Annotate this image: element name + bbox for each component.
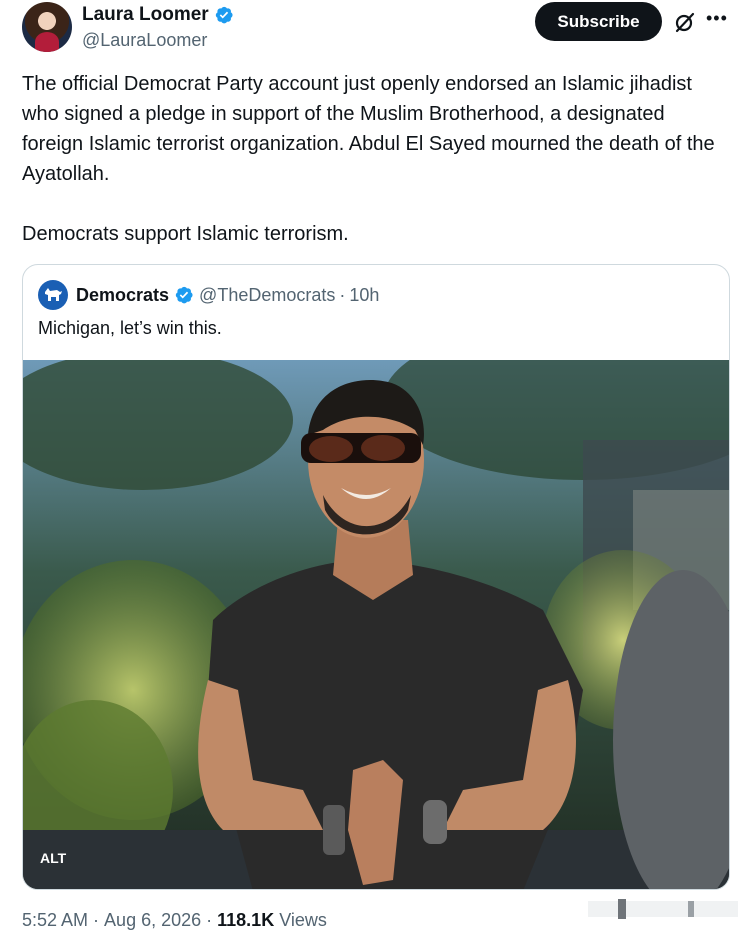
quoted-photo[interactable] bbox=[23, 360, 730, 890]
quoted-tweet[interactable]: Democrats @TheDemocrats · 10h Michigan, … bbox=[22, 264, 730, 890]
tweet-header: Laura Loomer @LauraLoomer Subscribe ••• bbox=[22, 2, 732, 54]
tweet-paragraph: The official Democrat Party account just… bbox=[22, 73, 715, 185]
more-icon[interactable]: ••• bbox=[706, 8, 730, 32]
tweet-body: The official Democrat Party account just… bbox=[22, 69, 722, 279]
author-names: Laura Loomer @LauraLoomer bbox=[82, 3, 234, 53]
grok-icon[interactable] bbox=[673, 10, 697, 34]
tweet-footer: 5:52 AM · Aug 6, 2026 · 118.1K Views bbox=[22, 910, 327, 931]
author-handle[interactable]: @LauraLoomer bbox=[82, 27, 234, 53]
quoted-display-name[interactable]: Democrats bbox=[76, 285, 169, 306]
quoted-header: Democrats @TheDemocrats · 10h bbox=[38, 280, 379, 310]
meta-separator: · bbox=[93, 910, 100, 930]
watermark-image bbox=[588, 899, 738, 919]
quoted-meta: @TheDemocrats · 10h bbox=[199, 285, 379, 306]
views-label: Views bbox=[279, 910, 327, 930]
author-display-name[interactable]: Laura Loomer bbox=[82, 3, 209, 27]
quoted-time[interactable]: 10h bbox=[349, 285, 379, 306]
verified-badge-icon bbox=[215, 6, 233, 24]
tweet-paragraph: Democrats support Islamic terrorism. bbox=[22, 223, 349, 245]
verified-badge-icon bbox=[175, 286, 193, 304]
subscribe-button[interactable]: Subscribe bbox=[535, 2, 662, 41]
meta-separator: · bbox=[206, 910, 213, 930]
views-count: 118.1K bbox=[217, 910, 275, 930]
quoted-text: Michigan, let’s win this. bbox=[38, 318, 222, 338]
democrats-logo-icon bbox=[38, 280, 68, 310]
author-avatar[interactable] bbox=[22, 2, 72, 52]
post-time[interactable]: 5:52 AM bbox=[22, 910, 88, 931]
quoted-handle[interactable]: @TheDemocrats bbox=[199, 285, 335, 306]
alt-badge[interactable]: ALT bbox=[40, 850, 66, 866]
author-display-name-row[interactable]: Laura Loomer bbox=[82, 3, 234, 27]
post-date[interactable]: Aug 6, 2026 bbox=[104, 910, 201, 931]
meta-separator: · bbox=[339, 284, 346, 305]
